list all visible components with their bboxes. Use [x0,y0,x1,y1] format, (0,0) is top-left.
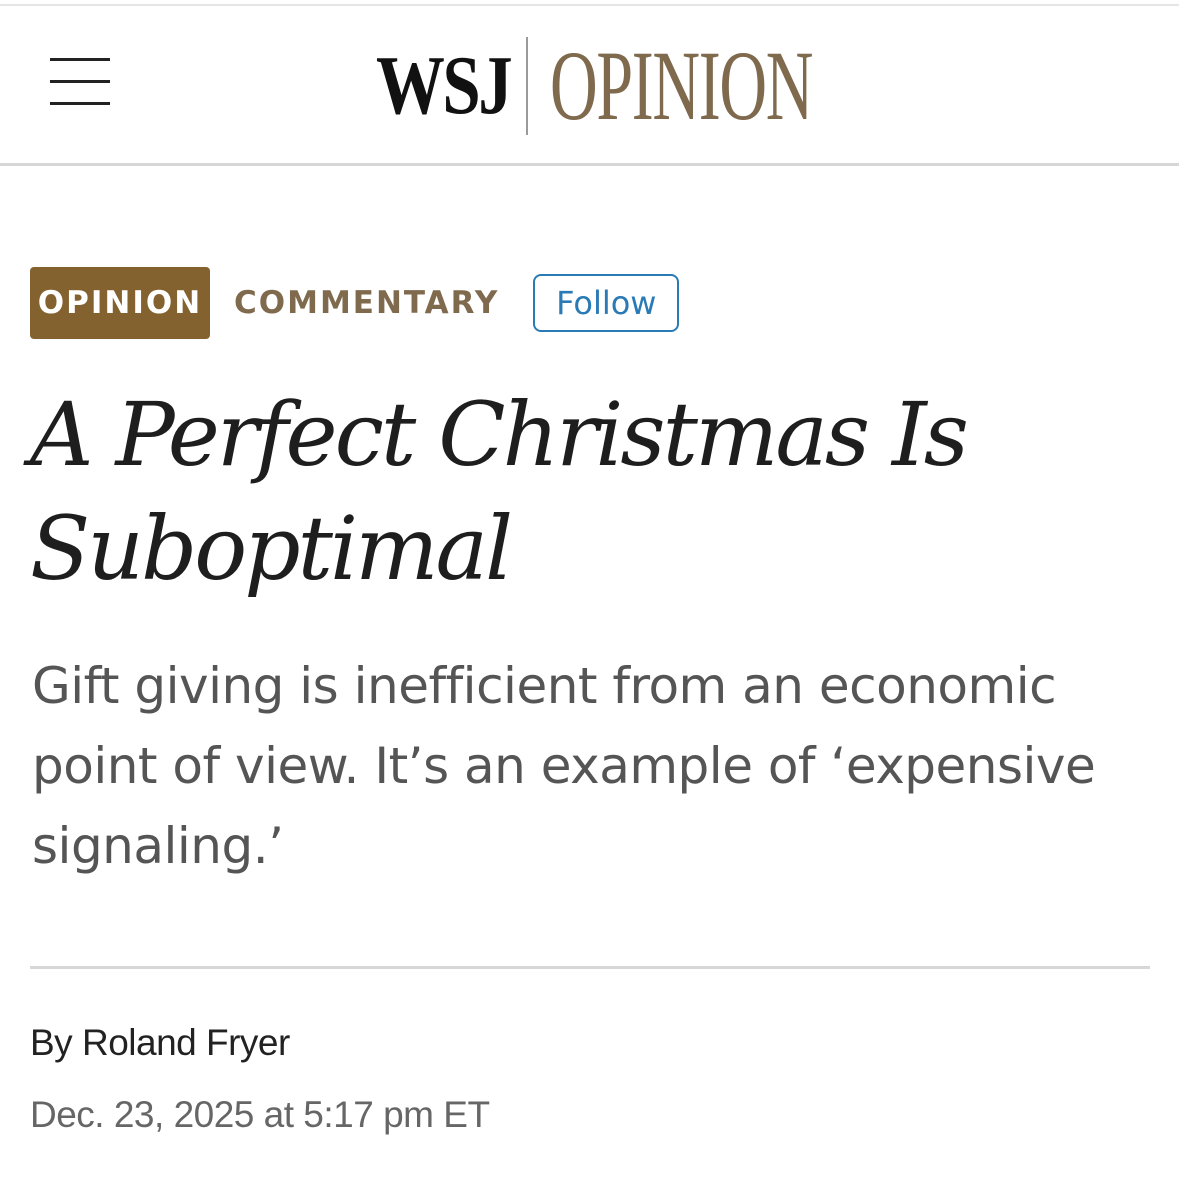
byline: By Roland Fryer [30,1022,290,1064]
publish-timestamp: Dec. 23, 2025 at 5:17 pm ET [30,1094,490,1135]
article-dek: Gift giving is inefficient from an econo… [32,657,1096,875]
byline-prefix: By [30,1022,73,1063]
site-header: WSJ OPINION [0,6,1179,166]
logo-opinion: OPINION [550,30,813,141]
opinion-badge[interactable]: OPINION [30,267,210,339]
menu-line [50,102,110,105]
logo-divider [526,37,528,135]
follow-button[interactable]: Follow [533,274,680,332]
menu-line [50,58,110,61]
section-tag-row: OPINION COMMENTARY Follow [30,267,680,339]
logo-wsj: WSJ [376,39,513,132]
commentary-label[interactable]: COMMENTARY [234,285,499,321]
hamburger-menu-icon[interactable] [48,56,112,108]
author-link[interactable]: Roland Fryer [82,1022,290,1063]
article-headline: A Perfect Christmas Is Suboptimal [30,383,969,600]
menu-line [50,80,110,83]
wsj-opinion-logo[interactable]: WSJ OPINION [376,34,820,138]
byline-divider [30,966,1150,969]
